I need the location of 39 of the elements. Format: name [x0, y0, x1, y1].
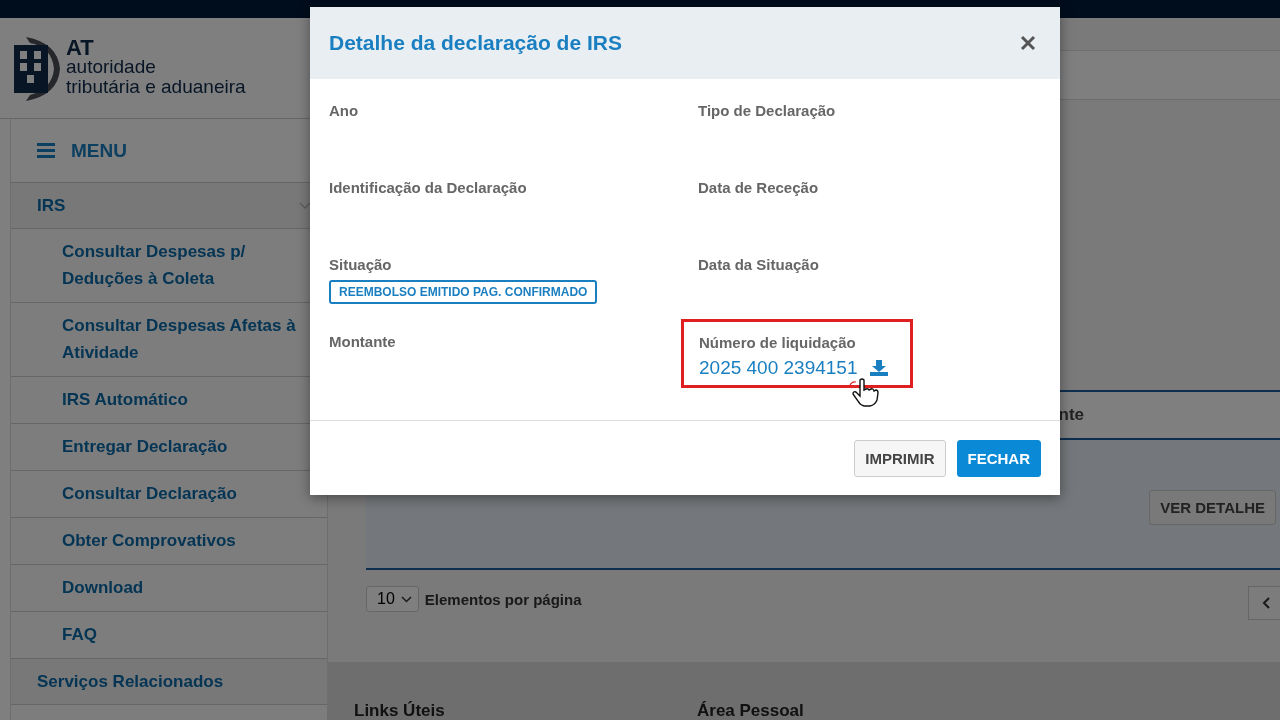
sidebar-subitem[interactable]: Obter Comprovativos — [62, 527, 236, 554]
page-size-select[interactable]: 10 — [366, 586, 419, 612]
status-badge: REEMBOLSO EMITIDO PAG. CONFIRMADO — [329, 280, 598, 304]
sidebar-subitem[interactable]: Entregar Declaração — [62, 433, 228, 460]
sidebar-subitem[interactable]: FAQ — [62, 621, 97, 648]
sidebar-subitem[interactable]: Consultar Despesas Afetas à Atividade — [62, 312, 307, 366]
settlement-number-link[interactable]: 2025 400 2394151 — [699, 357, 858, 379]
previous-page-button[interactable] — [1248, 586, 1280, 620]
field-label: Ano — [329, 102, 359, 119]
logo-text: tributária e aduaneira — [66, 77, 246, 97]
details-button[interactable]: VER DETALHE — [1149, 490, 1276, 525]
sidebar-subitem[interactable]: Consultar Despesas p/ Deduções à Coleta — [62, 238, 307, 292]
chevron-down-icon — [299, 201, 311, 210]
logo-abbreviation: AT — [66, 39, 95, 57]
logo-text: autoridade — [66, 57, 157, 77]
download-icon[interactable] — [869, 360, 888, 376]
page-size-label: Elementos por página — [424, 590, 582, 608]
print-button[interactable]: IMPRIMIR — [854, 440, 946, 477]
hand-cursor-icon — [848, 377, 880, 407]
close-icon — [1020, 35, 1036, 51]
sidebar-subitem[interactable]: IRS Automático — [62, 386, 188, 413]
sidebar-subitem[interactable]: Consultar Declaração — [62, 480, 237, 507]
footer-heading: Área Pessoal — [697, 702, 805, 720]
field-label: Situação — [329, 256, 392, 273]
sidebar-item[interactable]: IRS — [37, 192, 66, 219]
field-label: Data da Situação — [698, 256, 819, 273]
field-label: Tipo de Declaração — [698, 102, 836, 119]
field-label: Número de liquidação — [699, 334, 856, 351]
field-label: Identificação da Declaração — [329, 179, 527, 196]
dialog-title: Detalhe da declaração de IRS — [329, 31, 622, 55]
close-dialog-button[interactable]: FECHAR — [956, 440, 1041, 477]
menu-icon — [37, 143, 55, 158]
footer-heading: Links Úteis — [354, 702, 446, 720]
column-header: nte — [1058, 405, 1084, 425]
chevron-down-icon — [400, 595, 412, 603]
field-label: Data de Receção — [698, 179, 819, 196]
field-label: Montante — [329, 333, 396, 350]
sidebar-subitem[interactable]: Download — [62, 574, 144, 601]
chevron-left-icon — [1262, 597, 1270, 609]
